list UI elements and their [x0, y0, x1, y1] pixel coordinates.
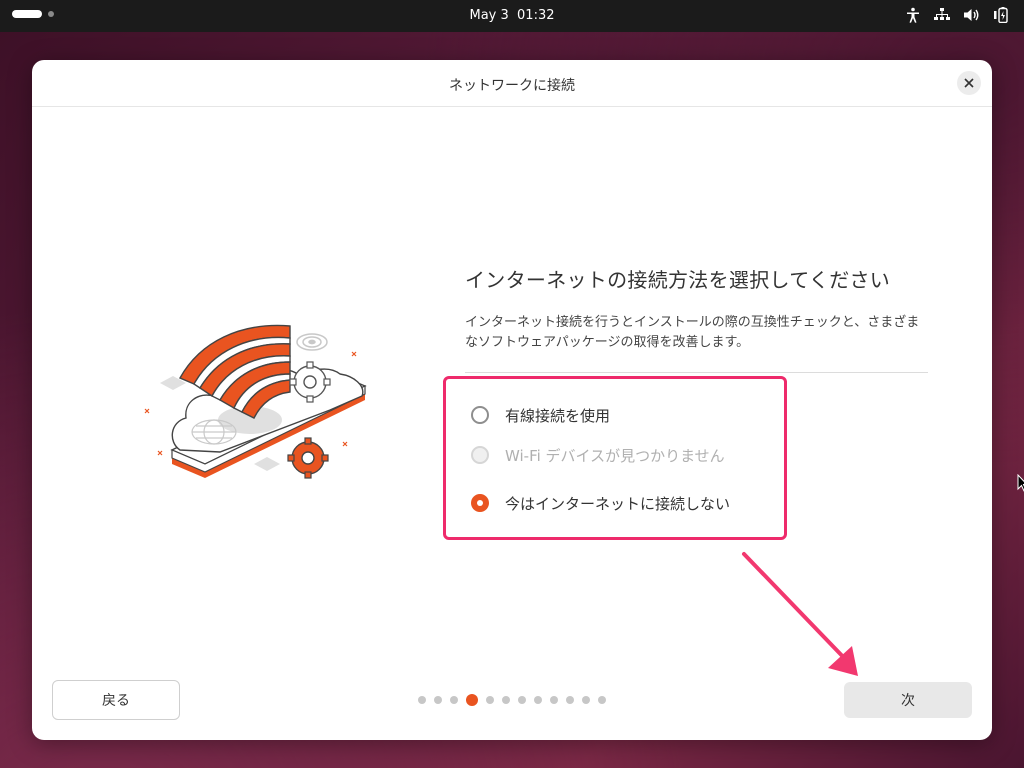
dialog-header: ネットワークに接続	[32, 60, 992, 107]
volume-icon[interactable]	[964, 8, 980, 22]
system-tray[interactable]	[906, 7, 1010, 23]
clock-date: May 3	[469, 8, 509, 23]
clock-time: 01:32	[517, 8, 555, 23]
page-heading: インターネットの接続方法を選択してください	[465, 268, 891, 292]
connect-network-dialog: ネットワークに接続 インターネットの接続方法を選択してください インターネット接…	[32, 60, 992, 740]
pager-dot	[566, 696, 574, 704]
network-illustration	[144, 324, 367, 479]
pager-dot	[486, 696, 494, 704]
pager-dot	[518, 696, 526, 704]
pager-dot	[502, 696, 510, 704]
annotation-highlight-box	[443, 376, 787, 540]
close-button[interactable]	[957, 71, 981, 95]
annotation-arrow	[742, 552, 858, 676]
back-button-label: 戻る	[102, 693, 130, 709]
pager-dot	[534, 696, 542, 704]
close-icon	[964, 78, 974, 88]
pager-dot	[598, 696, 606, 704]
network-icon[interactable]	[934, 8, 950, 22]
accessibility-icon[interactable]	[906, 7, 920, 23]
content-area: インターネットの接続方法を選択してください インターネット接続を行うとインストー…	[465, 264, 928, 353]
dialog-title: ネットワークに接続	[449, 78, 575, 94]
battery-icon[interactable]	[994, 7, 1010, 23]
pager-dot	[450, 696, 458, 704]
pager-dot	[418, 696, 426, 704]
clock[interactable]: May 3 01:32	[0, 8, 1024, 23]
pager-dot	[582, 696, 590, 704]
divider	[465, 372, 928, 373]
mouse-cursor-icon	[1017, 474, 1024, 492]
page-description: インターネット接続を行うとインストールの際の互換性チェックと、さまざまなソフトウ…	[465, 315, 920, 350]
next-button-label: 次	[901, 693, 915, 709]
pager-dot	[550, 696, 558, 704]
pager-dot	[434, 696, 442, 704]
pager-dot-active	[466, 694, 478, 706]
back-button[interactable]: 戻る	[52, 680, 180, 720]
step-pager	[418, 694, 606, 706]
next-button[interactable]: 次	[844, 682, 972, 718]
top-bar: May 3 01:32	[0, 0, 1024, 32]
